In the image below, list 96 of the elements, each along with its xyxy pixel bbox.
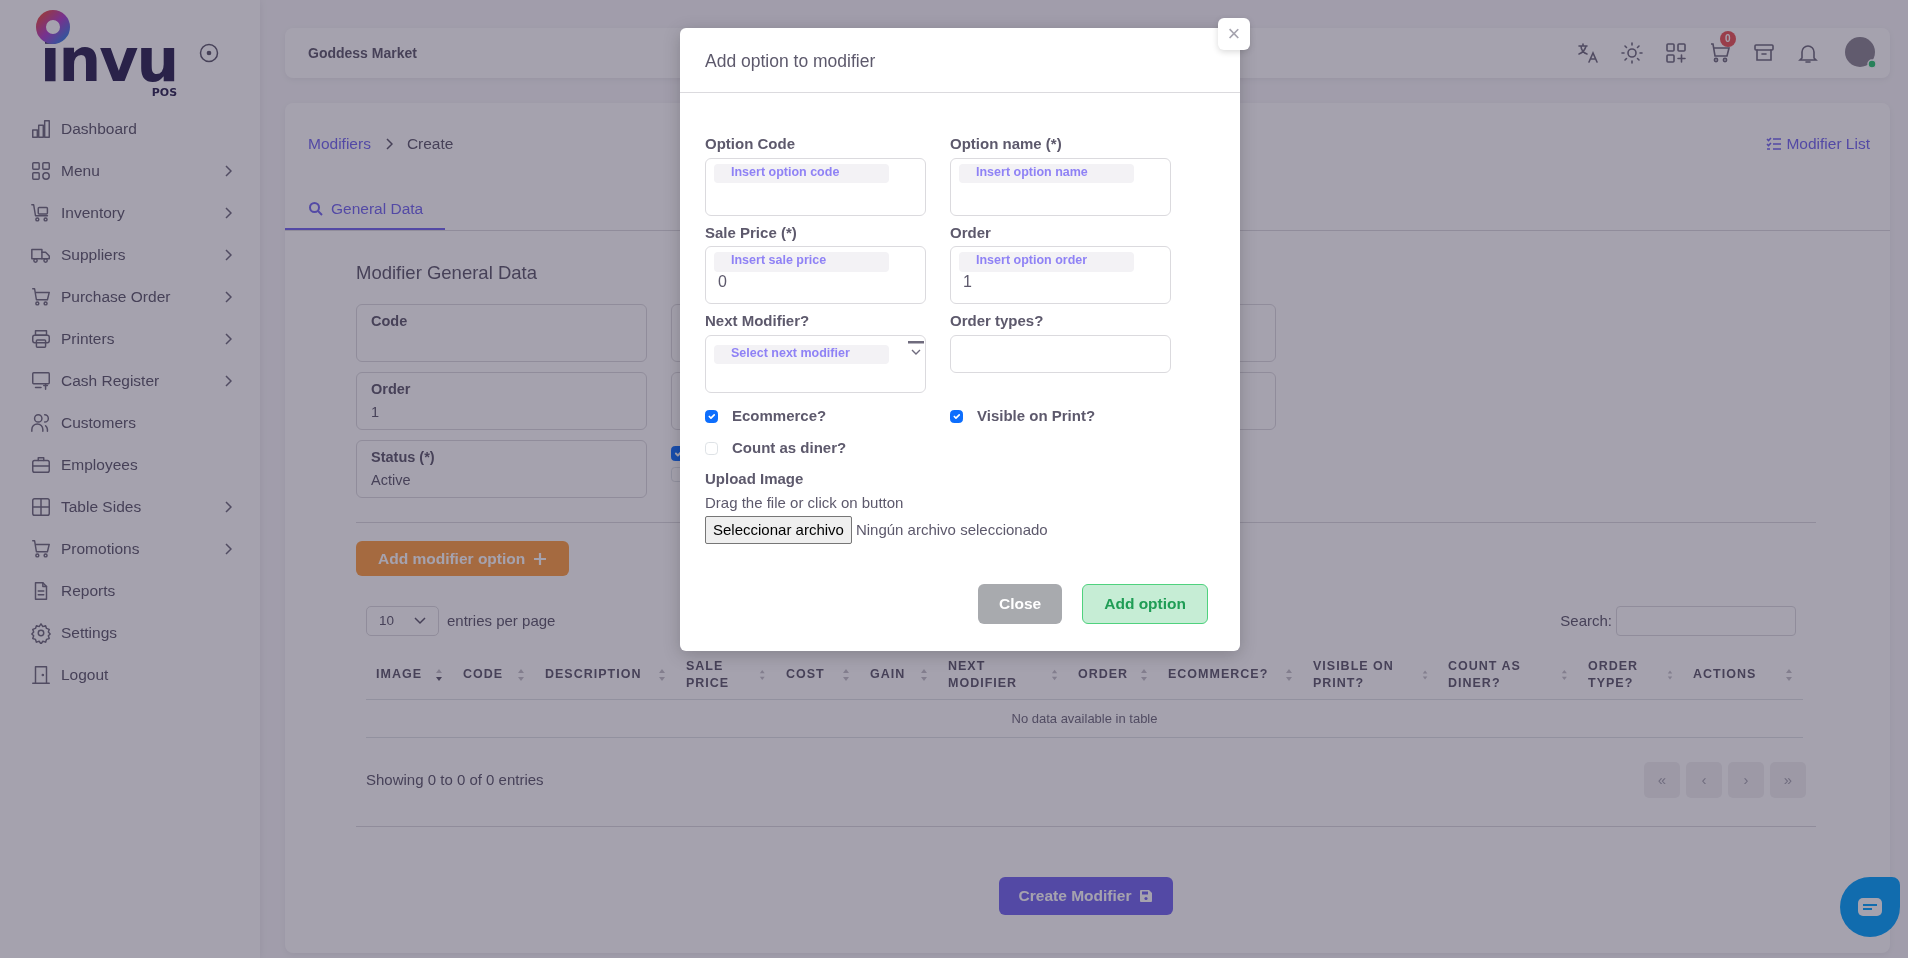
upload-hint: Drag the file or click on button (705, 493, 905, 514)
checkbox[interactable] (705, 409, 718, 423)
field-label: Sale Price (*) (705, 222, 798, 243)
form-field[interactable]: Status (*) Active (356, 440, 647, 498)
cart-icon (30, 538, 52, 560)
column-header[interactable]: NEXT MODIFIER (948, 658, 1047, 691)
form-field[interactable]: Order 1 (356, 372, 647, 430)
section-title: Modifier General Data (356, 261, 537, 286)
breadcrumb-link[interactable]: Modifiers (308, 132, 371, 156)
logo-icon (36, 10, 70, 44)
column-header[interactable]: IMAGE (376, 666, 422, 683)
column-header[interactable]: COUNT AS DINER? (1448, 658, 1558, 691)
sidebar-item[interactable]: Purchase Order (0, 276, 260, 318)
column-header[interactable]: ORDER (1078, 666, 1129, 683)
sun-icon[interactable] (1620, 41, 1644, 65)
field-label: Order (950, 222, 992, 243)
door-icon (30, 664, 52, 686)
column-header[interactable]: VISIBLE ON PRINT? (1313, 658, 1418, 691)
sidebar-item[interactable]: Printers (0, 318, 260, 360)
apps-icon[interactable] (1664, 41, 1688, 65)
toggle-icon[interactable] (199, 43, 219, 63)
translate-icon[interactable] (1576, 41, 1600, 65)
breadcrumb-current: Create (406, 134, 454, 155)
logo-subtitle: POS (151, 86, 178, 99)
input-field[interactable] (950, 334, 1171, 373)
select-field[interactable]: Select next modifier (705, 334, 926, 393)
users-icon (30, 412, 52, 434)
checkbox-label: Count as diner? (732, 438, 847, 459)
grid-icon (30, 160, 52, 182)
plus-icon (533, 551, 548, 566)
field-hint: Insert sale price (714, 252, 889, 272)
sort-icon[interactable] (435, 667, 443, 682)
empty-table-message: No data available in table (366, 699, 1803, 738)
field-hint: Insert option code (714, 163, 889, 183)
create-button[interactable]: Create Modifier (998, 877, 1174, 915)
upload-label: Upload Image (705, 468, 805, 489)
sidebar-item[interactable]: Logout (0, 654, 260, 696)
field-label: Option name (*) (950, 134, 1063, 155)
close-button[interactable]: Close (978, 584, 1063, 624)
field-hint: Insert option name (959, 163, 1134, 183)
sidebar-item[interactable]: Promotions (0, 528, 260, 570)
field-label: Option Code (705, 134, 796, 155)
checkbox-label: Visible on Print? (977, 405, 1096, 426)
chat-icon (1857, 897, 1883, 917)
search-label: Search: (1560, 611, 1612, 631)
field-label: Order types? (950, 311, 1045, 332)
checkbox-label: Ecommerce? (732, 405, 827, 426)
file-button[interactable]: Seleccionar archivo (705, 515, 852, 545)
table-icon (30, 496, 52, 518)
save-icon (1139, 888, 1154, 903)
caret-icon (414, 617, 426, 626)
sidebar-item[interactable]: Cash Register (0, 360, 260, 402)
modifier-list-link[interactable]: Modifier List (1766, 132, 1870, 156)
sidebar-item[interactable]: Reports (0, 570, 260, 612)
sidebar-item[interactable]: Table Sides (0, 486, 260, 528)
cart-badge: 0 (1720, 31, 1736, 47)
column-header[interactable]: SALE PRICE (686, 658, 756, 691)
sidebar-item[interactable]: Menu (0, 150, 260, 192)
briefcase-icon (30, 454, 52, 476)
cart-icon (30, 286, 52, 308)
field-hint: Insert option order (959, 252, 1134, 272)
cart-icon[interactable] (1708, 41, 1732, 65)
column-header[interactable]: ACTIONS (1693, 666, 1757, 683)
page-size-select[interactable]: 10 (366, 606, 439, 637)
column-header[interactable]: GAIN (870, 666, 906, 683)
sidebar-item[interactable]: Dashboard (0, 108, 260, 150)
settings-icon (30, 622, 52, 644)
entries-label: entries per page (447, 611, 556, 631)
column-header[interactable]: ECOMMERCE? (1168, 666, 1269, 683)
form-field[interactable]: Code (356, 304, 647, 362)
monitor-icon (30, 370, 52, 392)
search-icon (308, 200, 324, 217)
sidebar-item[interactable]: Inventory (0, 192, 260, 234)
sidebar-item[interactable]: Employees (0, 444, 260, 486)
sidebar-item[interactable]: Customers (0, 402, 260, 444)
table-info: Showing 0 to 0 of 0 entries (366, 770, 544, 790)
sidebar-item[interactable]: Settings (0, 612, 260, 654)
tab[interactable]: General Data (285, 197, 446, 231)
chevron-icon (384, 138, 393, 150)
field-hint: Select next modifier (714, 344, 889, 364)
add-button[interactable]: Add option (1082, 584, 1208, 624)
file-status: Ningún archivo seleccionado (855, 519, 1048, 540)
avatar[interactable] (1844, 36, 1878, 70)
printer-icon (30, 328, 52, 350)
checklist-icon (1766, 137, 1783, 151)
bar-chart-icon (30, 118, 52, 140)
logo-text: invu (40, 36, 178, 84)
column-header[interactable]: DESCRIPTION (545, 666, 642, 683)
column-header[interactable]: ORDER TYPE? (1588, 658, 1663, 691)
column-header[interactable]: COST (786, 666, 825, 683)
checkbox[interactable] (950, 409, 963, 423)
field-label: Next Modifier? (705, 311, 811, 332)
store-name: Goddess Market (308, 43, 417, 63)
column-header[interactable]: CODE (463, 666, 504, 683)
close-button[interactable]: × (1218, 18, 1250, 50)
sidebar-item[interactable]: Suppliers (0, 234, 260, 276)
